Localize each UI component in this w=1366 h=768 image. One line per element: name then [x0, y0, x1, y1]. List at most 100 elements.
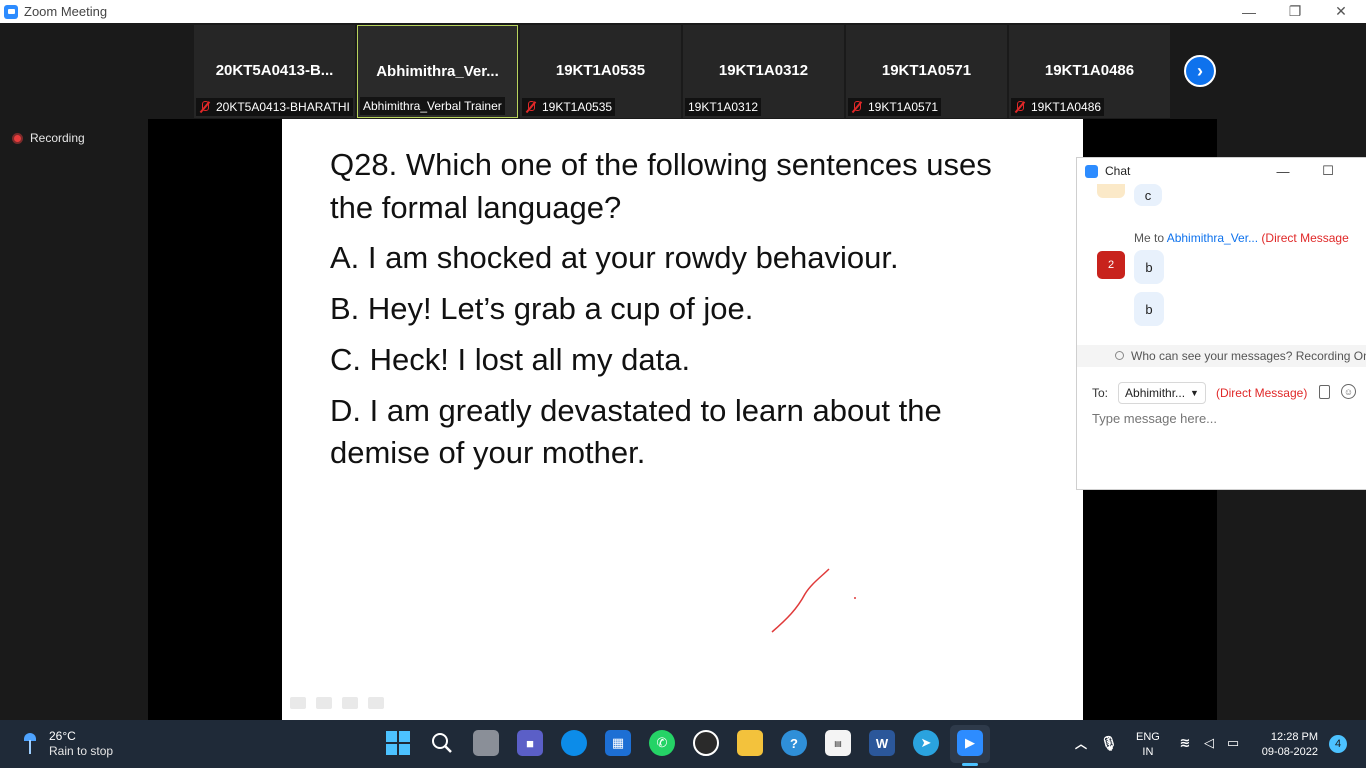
search-icon[interactable]: [429, 730, 455, 756]
file-explorer-icon[interactable]: [737, 730, 763, 756]
participant-caption: 20KT5A0413-BHARATHI: [196, 98, 353, 116]
clock-date: 09-08-2022: [1261, 746, 1318, 758]
participant-name: 19KT1A0312: [718, 62, 809, 79]
slide-option-b: B. Hey! Let’s grab a cup of joe.: [330, 291, 754, 326]
chevron-up-icon[interactable]: ︿: [1068, 730, 1094, 756]
visibility-text: Who can see your messages? Recording On: [1131, 349, 1366, 363]
caption-name: 20KT5A0413-BHARATHI: [216, 100, 350, 114]
telegram-icon[interactable]: ➤: [913, 730, 939, 756]
language-indicator[interactable]: ENG IN: [1136, 730, 1160, 760]
edge-icon[interactable]: [561, 730, 587, 756]
redo-icon[interactable]: [368, 697, 384, 709]
recipient-dropdown-value: Abhimithr...: [1125, 386, 1186, 400]
muted-mic-icon: [199, 101, 211, 113]
participant-caption: 19KT1A0312: [685, 98, 762, 116]
my-avatar: 2: [1097, 251, 1125, 279]
recipient-name[interactable]: Abhimithra_Ver...: [1167, 231, 1258, 245]
chat-logo-icon: [1085, 164, 1098, 178]
chat-maximize-button[interactable]: ☐: [1317, 160, 1339, 182]
eraser-icon[interactable]: [342, 697, 358, 709]
chat-minimize-button[interactable]: —: [1272, 160, 1294, 182]
caption-name: 19KT1A0312: [688, 100, 759, 114]
slide-option-a: A. I am shocked at your rowdy behaviour.: [330, 240, 899, 275]
weather-widget[interactable]: 26°C Rain to stop: [24, 729, 113, 759]
chevron-down-icon: ▼: [1190, 388, 1199, 398]
caption-name: Abhimithra_Verbal Trainer: [363, 99, 502, 113]
participant-tile[interactable]: 20KT5A0413-B... 20KT5A0413-BHARATHI: [194, 25, 355, 118]
message-header: Me to Abhimithra_Ver... (Direct Message: [1134, 231, 1349, 245]
recording-indicator[interactable]: Recording: [12, 131, 85, 145]
recipient-row: To: Abhimithr... ▼ (Direct Message): [1092, 382, 1307, 404]
participant-tile[interactable]: 19KT1A0535 19KT1A0535: [520, 25, 681, 118]
muted-mic-icon: [1014, 101, 1026, 113]
emoji-icon[interactable]: ☺: [1341, 384, 1356, 399]
chat-header: Chat — ☐: [1077, 158, 1366, 184]
visibility-notice[interactable]: Who can see your messages? Recording On: [1077, 345, 1366, 367]
sender-avatar: [1097, 184, 1125, 198]
help-icon[interactable]: ?: [781, 730, 807, 756]
chat-title: Chat: [1105, 164, 1131, 178]
microphone-icon[interactable]: 🎙: [1096, 730, 1122, 756]
next-participants-button[interactable]: ›: [1184, 55, 1216, 87]
teams-chat-icon[interactable]: ■: [517, 730, 543, 756]
title-bar: Zoom Meeting — ❐ ✕: [0, 0, 1366, 23]
participant-name: 20KT5A0413-B...: [215, 62, 334, 79]
direct-message-label: (Direct Message): [1215, 386, 1308, 400]
me-to-label: Me to: [1134, 231, 1165, 245]
clock-time: 12:28 PM: [1270, 731, 1318, 743]
undo-icon[interactable]: [290, 697, 306, 709]
muted-mic-icon: [525, 101, 537, 113]
zoom-logo-icon: [4, 4, 18, 19]
participant-caption: 19KT1A0571: [848, 98, 942, 116]
file-icon[interactable]: [1319, 385, 1330, 399]
participant-caption: Abhimithra_Verbal Trainer: [360, 97, 505, 115]
chat-message-bubble: b: [1134, 292, 1164, 326]
system-clock[interactable]: 12:28 PM 09-08-2022: [1256, 730, 1318, 760]
caption-name: 19KT1A0486: [1031, 100, 1102, 114]
notification-badge[interactable]: 4: [1329, 735, 1347, 753]
participant-tile[interactable]: 19KT1A0486 19KT1A0486: [1009, 25, 1170, 118]
direct-message-tag: (Direct Message: [1261, 231, 1349, 245]
task-view-icon[interactable]: [473, 730, 499, 756]
wifi-icon[interactable]: ≋: [1172, 730, 1198, 756]
presentation-slide: Q28. Which one of the following sentence…: [282, 119, 1083, 720]
participant-tile[interactable]: 19KT1A0312 19KT1A0312: [683, 25, 844, 118]
restore-button[interactable]: ❐: [1272, 0, 1318, 23]
word-icon[interactable]: W: [869, 730, 895, 756]
lang-bottom: IN: [1142, 746, 1154, 758]
close-button[interactable]: ✕: [1318, 0, 1364, 23]
participant-caption: 19KT1A0486: [1011, 98, 1105, 116]
annotation-stroke: [771, 568, 856, 633]
slide-option-c: C. Heck! I lost all my data.: [330, 342, 691, 377]
participant-caption: 19KT1A0535: [522, 98, 616, 116]
volume-icon[interactable]: ◁: [1196, 730, 1222, 756]
to-label: To:: [1092, 386, 1109, 400]
app-icon[interactable]: [693, 730, 719, 756]
whatsapp-icon[interactable]: ✆: [649, 730, 675, 756]
minimize-button[interactable]: —: [1226, 0, 1272, 23]
chat-message-bubble: c: [1134, 184, 1162, 206]
start-button[interactable]: [385, 730, 411, 756]
recipient-dropdown[interactable]: Abhimithr... ▼: [1118, 382, 1206, 404]
weather-desc: Rain to stop: [49, 744, 114, 758]
document-app-icon[interactable]: ▤: [825, 730, 851, 756]
pen-icon[interactable]: [316, 697, 332, 709]
slide-option-d: D. I am greatly devastated to learn abou…: [330, 393, 942, 470]
annotation-toolbar: [290, 697, 384, 709]
participant-tile[interactable]: 19KT1A0571 19KT1A0571: [846, 25, 1007, 118]
record-dot-icon: [12, 132, 23, 144]
recording-label: Recording: [30, 131, 85, 145]
participant-strip: 20KT5A0413-B... 20KT5A0413-BHARATHI Abhi…: [194, 25, 1172, 118]
zoom-taskbar-icon[interactable]: ▶: [957, 730, 983, 756]
lang-top: ENG: [1136, 731, 1160, 743]
muted-mic-icon: [851, 101, 863, 113]
windows-taskbar: 26°C Rain to stop ■ ▦ ✆ ? ▤ W ➤ ▶ ︿ 🎙 EN…: [0, 720, 1366, 768]
battery-icon[interactable]: ▭: [1220, 730, 1246, 756]
caption-name: 19KT1A0571: [868, 100, 939, 114]
person-lock-icon: [1115, 351, 1124, 360]
chat-message-input[interactable]: [1092, 411, 1352, 426]
participant-tile-active-speaker[interactable]: Abhimithra_Ver... Abhimithra_Verbal Trai…: [357, 25, 518, 118]
store-icon[interactable]: ▦: [605, 730, 631, 756]
window-title: Zoom Meeting: [24, 4, 108, 19]
caption-name: 19KT1A0535: [542, 100, 613, 114]
